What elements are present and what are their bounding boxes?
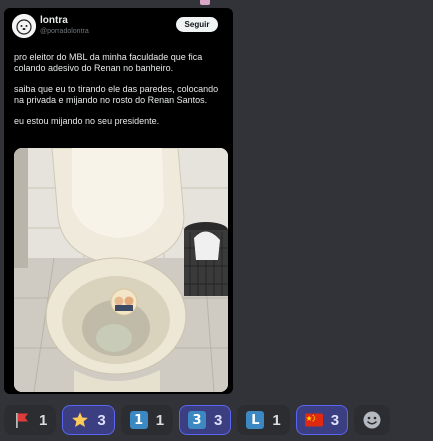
smiley-icon — [363, 411, 381, 429]
toilet-photo-illustration — [14, 148, 228, 392]
reaction-count: 3 — [214, 411, 223, 429]
post-paragraph: saiba que eu to tirando ele das paredes,… — [14, 84, 219, 105]
author-avatar[interactable] — [12, 14, 36, 38]
author-display-name[interactable]: lontra — [40, 15, 68, 26]
decoration — [200, 0, 210, 5]
reactions-bar: 1 3 1 1 3 3 L 1 3 — [4, 404, 391, 436]
add-reaction-button[interactable] — [354, 405, 391, 435]
reaction-star[interactable]: 3 — [62, 405, 115, 435]
keycap-3-icon: 3 — [188, 411, 207, 429]
post-paragraph: pro eleitor do MBL da minha faculdade qu… — [14, 52, 203, 73]
previous-message-clipped — [0, 0, 433, 8]
red-flag-icon — [13, 411, 31, 429]
reaction-letter-l[interactable]: L 1 — [237, 405, 290, 435]
reaction-count: 1 — [155, 411, 165, 429]
post-photo[interactable] — [14, 148, 228, 392]
reaction-count: 1 — [39, 411, 48, 429]
post-paragraph: eu estou mijando no seu presidente. — [14, 116, 160, 126]
china-flag-icon — [304, 411, 323, 429]
post-text: pro eleitor do MBL da minha faculdade qu… — [14, 52, 228, 137]
reaction-red-flag[interactable]: 1 — [4, 405, 57, 435]
reaction-count: 1 — [272, 411, 281, 429]
reaction-count: 3 — [97, 411, 106, 429]
reaction-keycap-1[interactable]: 1 1 — [120, 405, 174, 435]
star-icon — [71, 411, 89, 429]
author-handle[interactable]: @porradolontra — [40, 28, 89, 35]
reaction-keycap-3[interactable]: 3 3 — [179, 405, 232, 435]
embedded-post-card[interactable]: lontra @porradolontra Seguir pro eleitor… — [4, 8, 233, 394]
reaction-count: 3 — [330, 411, 340, 429]
letter-l-icon: L — [246, 411, 265, 429]
keycap-1-icon: 1 — [129, 411, 148, 429]
reaction-china-flag[interactable]: 3 — [295, 405, 349, 435]
follow-button[interactable]: Seguir — [176, 17, 218, 32]
